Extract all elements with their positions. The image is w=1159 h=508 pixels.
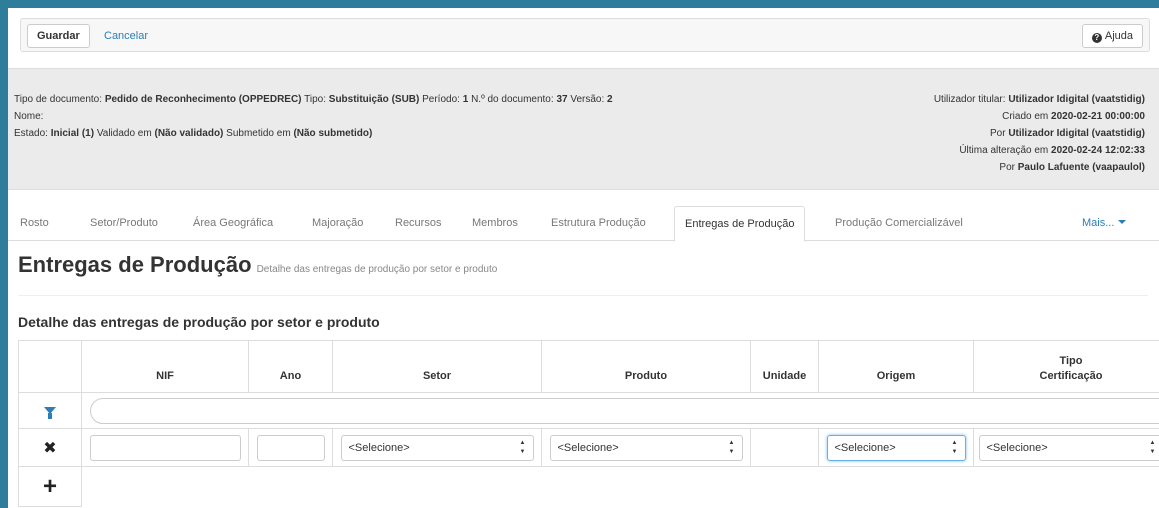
tab-estrutura-producao[interactable]: Estrutura Produção: [541, 206, 656, 241]
nif-cell: [81, 428, 249, 467]
add-row-cell[interactable]: +: [18, 466, 82, 507]
plus-icon[interactable]: +: [43, 473, 57, 500]
page-subtitle: Detalhe das entregas de produção por set…: [256, 264, 498, 275]
tipo-certificacao-cell: <Selecione> ▲ ▼: [973, 428, 1159, 467]
last-change-line: Última alteração em 2020-02-24 12:02:33: [959, 145, 1145, 156]
document-type-line: Tipo de documento: Pedido de Reconhecime…: [14, 94, 613, 105]
chevron-down-icon: [1118, 220, 1127, 224]
column-header-origem[interactable]: Origem: [818, 340, 974, 393]
tab-majoracao[interactable]: Majoração: [302, 206, 373, 241]
holder-line: Utilizador titular: Utilizador Idigital …: [933, 94, 1145, 105]
add-row: +: [18, 466, 1159, 507]
created-by-line: Por Utilizador Idigital (vaatstidig): [989, 128, 1145, 139]
document-info-left: Tipo de documento: Pedido de Reconhecime…: [14, 91, 613, 142]
tipo-certificacao-select[interactable]: <Selecione> ▲ ▼: [978, 434, 1159, 461]
document-info-right: Utilizador titular: Utilizador Idigital …: [934, 91, 1145, 176]
produto-select[interactable]: <Selecione> ▲ ▼: [549, 434, 743, 461]
select-arrows-icon: ▲ ▼: [728, 439, 735, 455]
setor-cell: <Selecione> ▲ ▼: [332, 428, 542, 467]
document-info-panel: Tipo de documento: Pedido de Reconhecime…: [8, 68, 1159, 190]
tab-bar: Rosto Setor/Produto Área Geográfica Majo…: [8, 206, 1159, 242]
window-frame-top: [0, 0, 1159, 8]
tab-setor-produto[interactable]: Setor/Produto: [80, 206, 168, 241]
created-line: Criado em 2020-02-21 00:00:00: [1002, 111, 1145, 122]
tab-recursos[interactable]: Recursos: [385, 206, 451, 241]
filter-row: [18, 392, 1159, 429]
cancel-link[interactable]: Cancelar: [104, 24, 148, 48]
help-label: Ajuda: [1104, 30, 1133, 42]
select-arrows-icon: ▲ ▼: [519, 439, 526, 455]
document-name-line: Nome:: [14, 111, 44, 122]
column-header-produto[interactable]: Produto: [541, 340, 751, 393]
select-arrows-icon: ▲ ▼: [1149, 439, 1156, 455]
produto-cell: <Selecione> ▲ ▼: [541, 428, 751, 467]
changed-by-line: Por Paulo Lafuente (vaapaulol): [999, 162, 1145, 173]
deliveries-table: NIF Ano Setor Produto Unidade Origem Tip…: [18, 340, 1159, 507]
tab-more-menu[interactable]: Mais...: [1072, 206, 1136, 241]
help-icon: ?: [1091, 33, 1102, 43]
tab-membros[interactable]: Membros: [462, 206, 528, 241]
origem-select[interactable]: <Selecione> ▲ ▼: [826, 434, 966, 461]
column-header-ano[interactable]: Ano: [248, 340, 333, 393]
page-title: Entregas de Produção: [18, 252, 252, 277]
save-button[interactable]: Guardar: [27, 24, 90, 48]
tab-entregas-producao[interactable]: Entregas de Produção: [674, 206, 806, 242]
more-label: Mais...: [1082, 217, 1115, 229]
column-header-setor[interactable]: Setor: [332, 340, 542, 393]
action-toolbar: Guardar Cancelar ? Ajuda: [20, 18, 1150, 52]
column-header-unidade[interactable]: Unidade: [750, 340, 819, 393]
add-row-spacer: [81, 466, 1159, 507]
page-header: Entregas de Produção Detalhe das entrega…: [18, 252, 1148, 296]
select-arrows-icon: ▲ ▼: [951, 439, 958, 455]
nif-input[interactable]: [89, 434, 241, 461]
ano-cell: [248, 428, 333, 467]
table-header-row: NIF Ano Setor Produto Unidade Origem Tip…: [18, 340, 1159, 393]
document-state-line: Estado: Inicial (1) Validado em (Não val…: [14, 128, 373, 139]
origem-cell: <Selecione> ▲ ▼: [818, 428, 974, 467]
unidade-cell: [750, 428, 819, 467]
main-content: Guardar Cancelar ? Ajuda Tipo de document…: [8, 8, 1159, 508]
column-header-nif[interactable]: NIF: [81, 340, 249, 393]
tab-rosto[interactable]: Rosto: [10, 206, 59, 241]
help-button[interactable]: ? Ajuda: [1081, 24, 1143, 48]
column-header-tipo-certificacao[interactable]: Tipo Certificação: [973, 340, 1159, 393]
clear-row-cell[interactable]: ✖: [18, 428, 82, 467]
ano-input[interactable]: [256, 434, 325, 461]
setor-select[interactable]: <Selecione> ▲ ▼: [340, 434, 534, 461]
tab-area-geografica[interactable]: Área Geográfica: [183, 206, 283, 241]
column-header-actions: [18, 340, 82, 393]
filter-search-input[interactable]: [90, 397, 1159, 424]
tab-producao-comercializavel[interactable]: Produção Comercializável: [825, 206, 973, 241]
new-entry-row: ✖ <Selecione> ▲ ▼ <Selecione> ▲ ▼ <Selecione…: [18, 428, 1159, 467]
close-icon[interactable]: ✖: [43, 440, 56, 457]
section-title: Detalhe das entregas de produção por set…: [18, 314, 380, 330]
window-frame-left: [0, 0, 8, 508]
filter-toggle-cell[interactable]: [18, 392, 82, 429]
filter-cell: [81, 392, 1159, 429]
filter-icon[interactable]: [44, 407, 56, 420]
